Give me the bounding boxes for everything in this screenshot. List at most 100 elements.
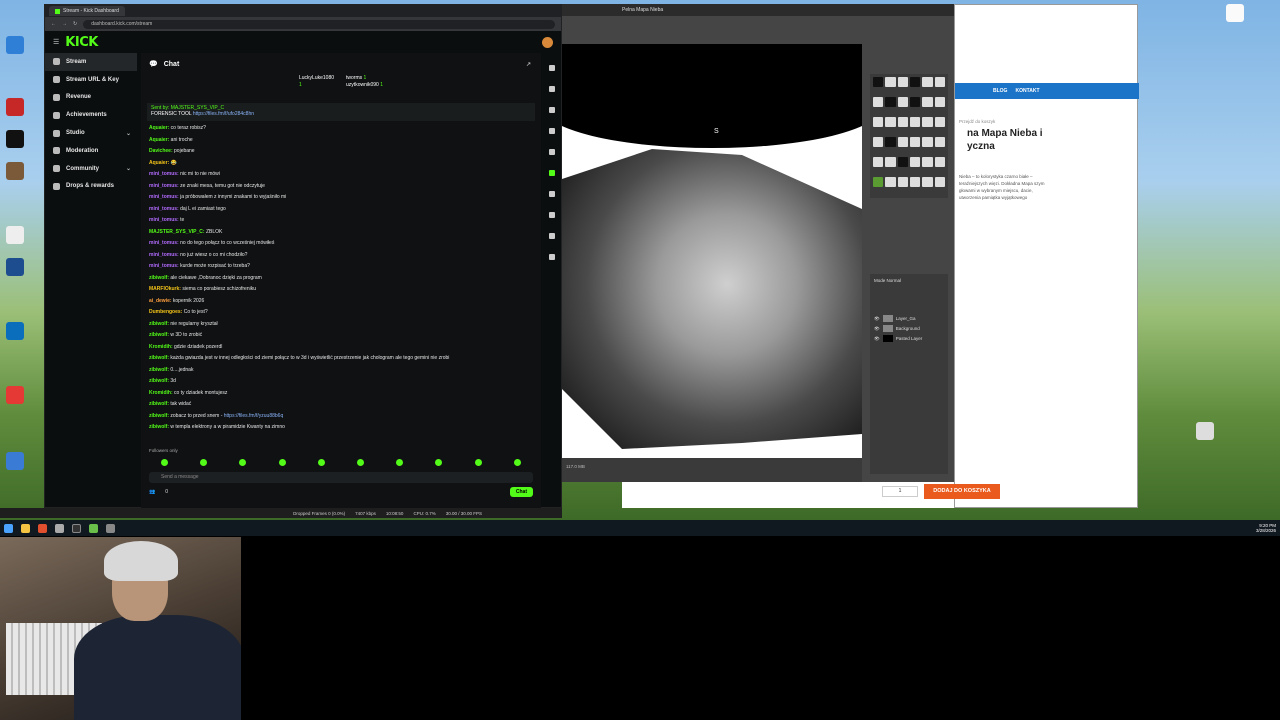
emote-icon[interactable] xyxy=(317,458,325,466)
emote-icon[interactable] xyxy=(161,458,169,466)
windows-start-icon[interactable] xyxy=(4,523,13,533)
wrench-icon[interactable] xyxy=(549,233,555,239)
chat-message[interactable]: zibiwolf: zobacz to przed snem - https:/… xyxy=(149,411,533,423)
desktop-icon[interactable] xyxy=(2,322,28,341)
chat-message[interactable]: Kromidih: co ty dziadek montujesz xyxy=(149,388,533,400)
chat-username[interactable]: mini_tomus: xyxy=(149,206,179,212)
chat-message[interactable]: Aquaier: 😂 xyxy=(149,158,533,170)
chat-message[interactable]: mini_tomus: ja próbowałem z innymi znaka… xyxy=(149,192,533,204)
brush-preset[interactable] xyxy=(922,177,933,187)
desktop-icon-folder[interactable] xyxy=(1192,422,1218,441)
chat-message[interactable]: zibiwolf: nie regularny kryształ xyxy=(149,319,533,331)
sidebar-item-stream[interactable]: Stream xyxy=(45,53,137,71)
reload-icon[interactable]: ↻ xyxy=(73,21,77,27)
chat-message[interactable]: Kromidih: gdzie dziadek pozerdl xyxy=(149,342,533,354)
pencil-icon[interactable] xyxy=(549,86,555,92)
emote-icon[interactable] xyxy=(239,458,247,466)
pinned-link[interactable]: https://files.fm/f/ufo284c8hn xyxy=(193,111,254,117)
brush-preset[interactable] xyxy=(909,157,921,167)
add-to-cart-button[interactable]: DODAJ DO KOSZYKA xyxy=(924,484,1000,499)
chat-username[interactable]: ai_dewie: xyxy=(149,298,172,304)
brush-preset[interactable] xyxy=(897,117,908,127)
brush-preset[interactable] xyxy=(885,157,896,167)
chat-username[interactable]: mini_tomus: xyxy=(149,217,179,223)
nav-kontakt-link[interactable]: KONTAKT xyxy=(1015,88,1039,94)
brush-preset[interactable] xyxy=(885,137,896,147)
chat-message[interactable]: zibiwolf: 3d xyxy=(149,376,533,388)
chat-message[interactable]: Dumbengoes: Co to jest? xyxy=(149,307,533,319)
layer-row[interactable]: 👁 Background xyxy=(874,324,944,333)
eye-icon[interactable]: 👁 xyxy=(874,336,880,342)
brush-preset[interactable] xyxy=(873,137,884,147)
layer-row[interactable]: 👁 Layer_Ga xyxy=(874,314,944,323)
chat-toggle-icon[interactable] xyxy=(549,170,555,176)
flash-icon[interactable] xyxy=(549,128,555,134)
app-icon[interactable] xyxy=(89,523,98,533)
desktop-icon[interactable] xyxy=(2,258,28,277)
forward-icon[interactable]: → xyxy=(62,21,67,27)
chat-username[interactable]: mini_tomus: xyxy=(149,240,179,246)
tools-icon[interactable] xyxy=(549,254,555,260)
info-icon[interactable] xyxy=(549,65,555,71)
back-icon[interactable]: ← xyxy=(51,21,56,27)
chat-username[interactable]: zibiwolf: xyxy=(149,275,169,281)
chat-username[interactable]: MAJSTER_SYS_VIP_C: xyxy=(149,229,205,235)
chat-username[interactable]: zibiwolf: xyxy=(149,367,169,373)
emote-icon[interactable] xyxy=(357,458,365,466)
chat-username[interactable]: zibiwolf: xyxy=(149,378,169,384)
brush-preset[interactable] xyxy=(934,157,945,167)
chat-username[interactable]: Kromidih: xyxy=(149,390,173,396)
brush-preset[interactable] xyxy=(897,177,908,187)
chat-username[interactable]: mini_tomus: xyxy=(149,194,179,200)
brush-preset[interactable] xyxy=(934,177,945,187)
list-icon[interactable] xyxy=(549,212,555,218)
chat-message[interactable]: MARFIOkurk: siema co porabiesz schizofre… xyxy=(149,284,533,296)
chat-message[interactable]: mini_tomus: daj L ei zamiast tego xyxy=(149,204,533,216)
brush-preset[interactable] xyxy=(873,177,884,187)
brush-preset[interactable] xyxy=(934,97,945,107)
chat-username[interactable]: mini_tomus: xyxy=(149,171,179,177)
chat-message[interactable]: MAJSTER_SYS_VIP_C: ZBLOK xyxy=(149,227,533,239)
chat-message[interactable]: Aquaier: ani troche xyxy=(149,135,533,147)
brush-preset[interactable] xyxy=(897,97,908,107)
app-icon[interactable] xyxy=(55,523,64,533)
brush-preset[interactable] xyxy=(885,117,896,127)
app-icon[interactable] xyxy=(106,523,115,533)
arrows-icon[interactable] xyxy=(549,191,555,197)
brush-preset[interactable] xyxy=(873,97,884,107)
chat-message[interactable]: mini_tomus: nic mi to nie mówi xyxy=(149,169,533,181)
chat-username[interactable]: Davichee: xyxy=(149,148,173,154)
chat-username[interactable]: Kromidih: xyxy=(149,344,173,350)
chat-username[interactable]: zibiwolf: xyxy=(149,321,169,327)
brush-preset[interactable] xyxy=(922,157,933,167)
brush-preset[interactable] xyxy=(922,77,933,87)
chat-username[interactable]: MARFIOkurk: xyxy=(149,286,181,292)
avatar[interactable] xyxy=(542,36,553,48)
brush-preset[interactable] xyxy=(873,77,884,87)
brush-preset[interactable] xyxy=(909,77,921,87)
chat-message[interactable]: zibiwolf: każda gwiazda jest w innej odl… xyxy=(149,353,533,365)
chat-username[interactable]: mini_tomus: xyxy=(149,252,179,258)
pinned-message[interactable]: Sent by: MAJSTER_SYS_VIP_C FORENSIC TOOL… xyxy=(147,103,535,121)
chat-link[interactable]: https://files.fm/f/yzuu88b6q xyxy=(224,413,283,419)
brush-preset[interactable] xyxy=(873,117,884,127)
sidebar-item-moderation[interactable]: Moderation xyxy=(45,142,137,160)
sidebar-item-drops-rewards[interactable]: Drops & rewards xyxy=(45,178,137,196)
emote-icon[interactable] xyxy=(474,458,482,466)
sidebar-item-studio[interactable]: Studio ⌄ xyxy=(45,124,137,142)
address-bar[interactable]: dashboard.kick.com/stream xyxy=(83,19,555,29)
brush-preset[interactable] xyxy=(934,117,945,127)
chat-message[interactable]: zibiwolf: ale ciekawe ,Dobranoc dzięki z… xyxy=(149,273,533,285)
chat-username[interactable]: zibiwolf: xyxy=(149,355,169,361)
desktop-icon[interactable] xyxy=(2,36,28,55)
chat-username[interactable]: Aquaier: xyxy=(149,160,169,166)
chat-message[interactable]: zibiwolf: 0....jednak xyxy=(149,365,533,377)
eye-icon[interactable]: 👁 xyxy=(874,326,880,332)
sidebar-item-stream-url-key[interactable]: Stream URL & Key xyxy=(45,71,137,89)
sidebar-item-community[interactable]: Community ⌄ xyxy=(45,160,137,178)
desktop-icon[interactable] xyxy=(2,130,28,149)
brush-preset[interactable] xyxy=(922,137,933,147)
brush-preset[interactable] xyxy=(873,157,884,167)
chat-message[interactable]: zibiwolf: w templa elektrony a w piramid… xyxy=(149,422,533,434)
browser-tab[interactable]: Stream - Kick Dashboard xyxy=(49,6,125,16)
